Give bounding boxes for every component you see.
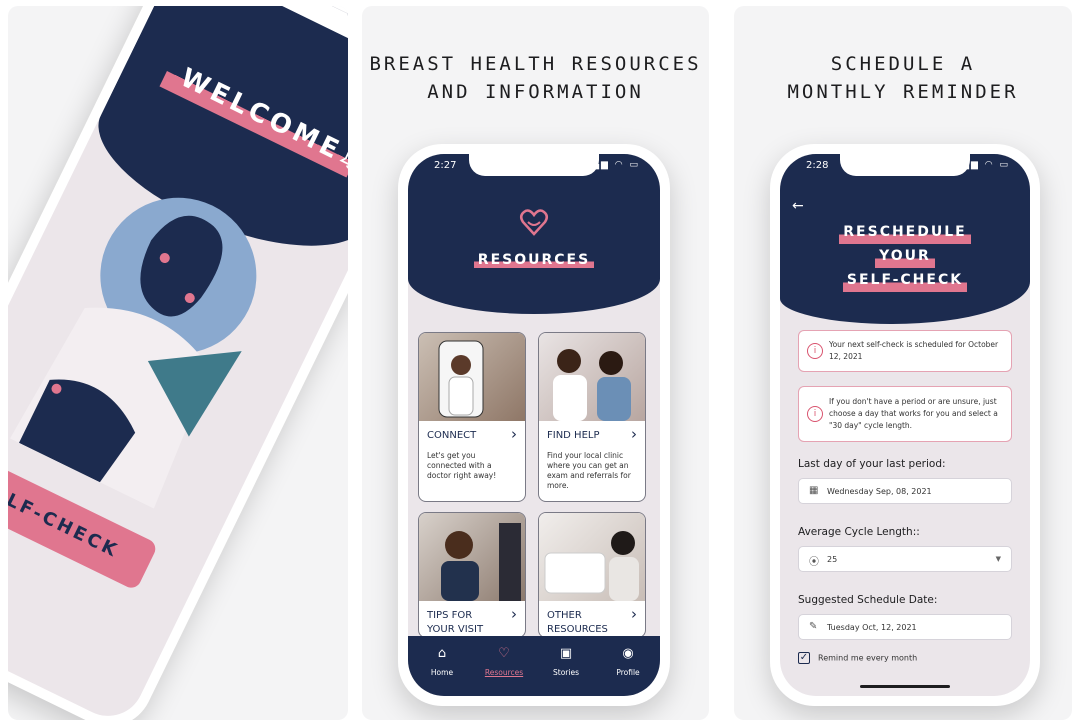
card-title: CONNECT (427, 430, 477, 441)
tab-home[interactable]: ⌂ Home (412, 646, 472, 677)
remind-label: Remind me every month (818, 653, 918, 663)
other-resources-photo (539, 513, 645, 601)
card-title: FIND HELP (547, 430, 600, 441)
suggested-date-label: Suggested Schedule Date: (798, 594, 938, 606)
clinic-photo (539, 333, 645, 421)
remind-checkbox-row[interactable]: ✓ Remind me every month (798, 652, 917, 664)
field-value: Tuesday Oct, 12, 2021 (827, 623, 917, 632)
tab-profile[interactable]: ◉ Profile (598, 646, 658, 677)
phone-mockup: 2:28 ▂▄▆ ◠ ▭ ← RESCHEDULE YOUR SELF-CHEC… (770, 144, 1040, 706)
doctor-phone-photo (419, 333, 525, 421)
heading-line: AND INFORMATION (427, 81, 644, 103)
screen-title: RESOURCES (408, 252, 660, 268)
checkbox-icon[interactable]: ✓ (798, 652, 810, 664)
resource-card-find-help[interactable]: FIND HELP › Find your local clinic where… (538, 332, 646, 502)
heart-icon: ♡ (498, 646, 510, 661)
tab-resources[interactable]: ♡ Resources (474, 646, 534, 677)
info-text: If you don't have a period or are unsure… (829, 397, 998, 430)
last-period-field[interactable]: ▦ Wednesday Sep, 08, 2021 (798, 478, 1012, 504)
phone-notch (469, 154, 599, 176)
heading-line: SCHEDULE A (830, 53, 976, 75)
phone-mockup: 2:27 ▂▄▆ ◠ ▭ RESOURCES CONNECT › Let's g… (398, 144, 670, 706)
tab-label: Stories (553, 668, 579, 677)
reminder-panel: SCHEDULE A MONTHLY REMINDER 2:28 ▂▄▆ ◠ ▭… (734, 6, 1072, 720)
status-time: 2:27 (434, 160, 457, 171)
tab-label: Home (430, 668, 454, 677)
field-value: 25 (827, 555, 838, 564)
screen-title: RESCHEDULE YOUR SELF-CHECK (780, 220, 1030, 292)
info-text: Your next self-check is scheduled for Oc… (829, 340, 999, 361)
heading-line: MONTHLY REMINDER (787, 81, 1019, 103)
chevron-right-icon: › (631, 605, 637, 623)
profile-icon: ◉ (622, 646, 634, 661)
tab-bar: ⌂ Home ♡ Resources ▣ Stories ◉ Profile (408, 636, 660, 696)
card-description: Let's get you connected with a doctor ri… (427, 451, 497, 480)
resource-card-other[interactable]: OTHER RESOURCES › (538, 512, 646, 638)
phone-mockup: WELCOME SELF-CHECK (8, 6, 348, 720)
signal-icon: ⦿ (809, 557, 819, 568)
home-icon: ⌂ (437, 646, 447, 661)
resources-panel: BREAST HEALTH RESOURCES AND INFORMATION … (362, 6, 709, 720)
panel-heading: SCHEDULE A MONTHLY REMINDER (734, 50, 1072, 106)
heading-line: BREAST HEALTH RESOURCES (369, 53, 702, 75)
phone-notch (840, 154, 970, 176)
info-icon: i (807, 343, 823, 359)
home-indicator (860, 685, 950, 688)
calendar-icon: ▦ (809, 485, 819, 496)
pencil-icon: ✎ (809, 621, 818, 632)
chevron-down-icon: ▼ (995, 555, 1001, 563)
welcome-panel: WELCOME SELF-CHECK (8, 6, 348, 720)
cycle-info: i If you don't have a period or are unsu… (798, 386, 1012, 442)
tab-label: Profile (616, 668, 640, 677)
book-icon: ▣ (559, 646, 573, 661)
card-title: TIPS FOR YOUR VISIT (427, 610, 484, 635)
cycle-length-select[interactable]: ⦿ 25 ▼ (798, 546, 1012, 572)
last-period-label: Last day of your last period: (798, 458, 946, 470)
resource-card-tips[interactable]: TIPS FOR YOUR VISIT › (418, 512, 526, 638)
chevron-right-icon: › (631, 425, 637, 443)
heart-logo-icon (518, 206, 550, 238)
phone-screen: WELCOME SELF-CHECK (8, 6, 348, 720)
resource-card-connect[interactable]: CONNECT › Let's get you connected with a… (418, 332, 526, 502)
tab-stories[interactable]: ▣ Stories (536, 646, 596, 677)
tips-photo (419, 513, 525, 601)
back-arrow-icon[interactable]: ← (792, 198, 804, 214)
chevron-right-icon: › (511, 425, 517, 443)
field-value: Wednesday Sep, 08, 2021 (827, 487, 932, 496)
title-line: YOUR (875, 244, 935, 268)
card-description: Find your local clinic where you can get… (547, 451, 631, 490)
chevron-right-icon: › (511, 605, 517, 623)
panel-heading: BREAST HEALTH RESOURCES AND INFORMATION (362, 50, 709, 106)
card-title: OTHER RESOURCES (547, 610, 608, 635)
phone-screen: 2:27 ▂▄▆ ◠ ▭ RESOURCES CONNECT › Let's g… (408, 154, 660, 696)
screen-title-text: RESOURCES (473, 252, 595, 268)
status-time: 2:28 (806, 160, 829, 171)
tab-label: Resources (484, 668, 524, 677)
title-line: RESCHEDULE (839, 220, 971, 244)
title-line: SELF-CHECK (842, 268, 968, 292)
phone-screen: 2:28 ▂▄▆ ◠ ▭ ← RESCHEDULE YOUR SELF-CHEC… (780, 154, 1030, 696)
cycle-length-label: Average Cycle Length:: (798, 526, 920, 538)
suggested-date-field[interactable]: ✎ Tuesday Oct, 12, 2021 (798, 614, 1012, 640)
welcome-title: WELCOME (159, 52, 348, 178)
next-check-info: i Your next self-check is scheduled for … (798, 330, 1012, 372)
info-icon: i (807, 406, 823, 422)
